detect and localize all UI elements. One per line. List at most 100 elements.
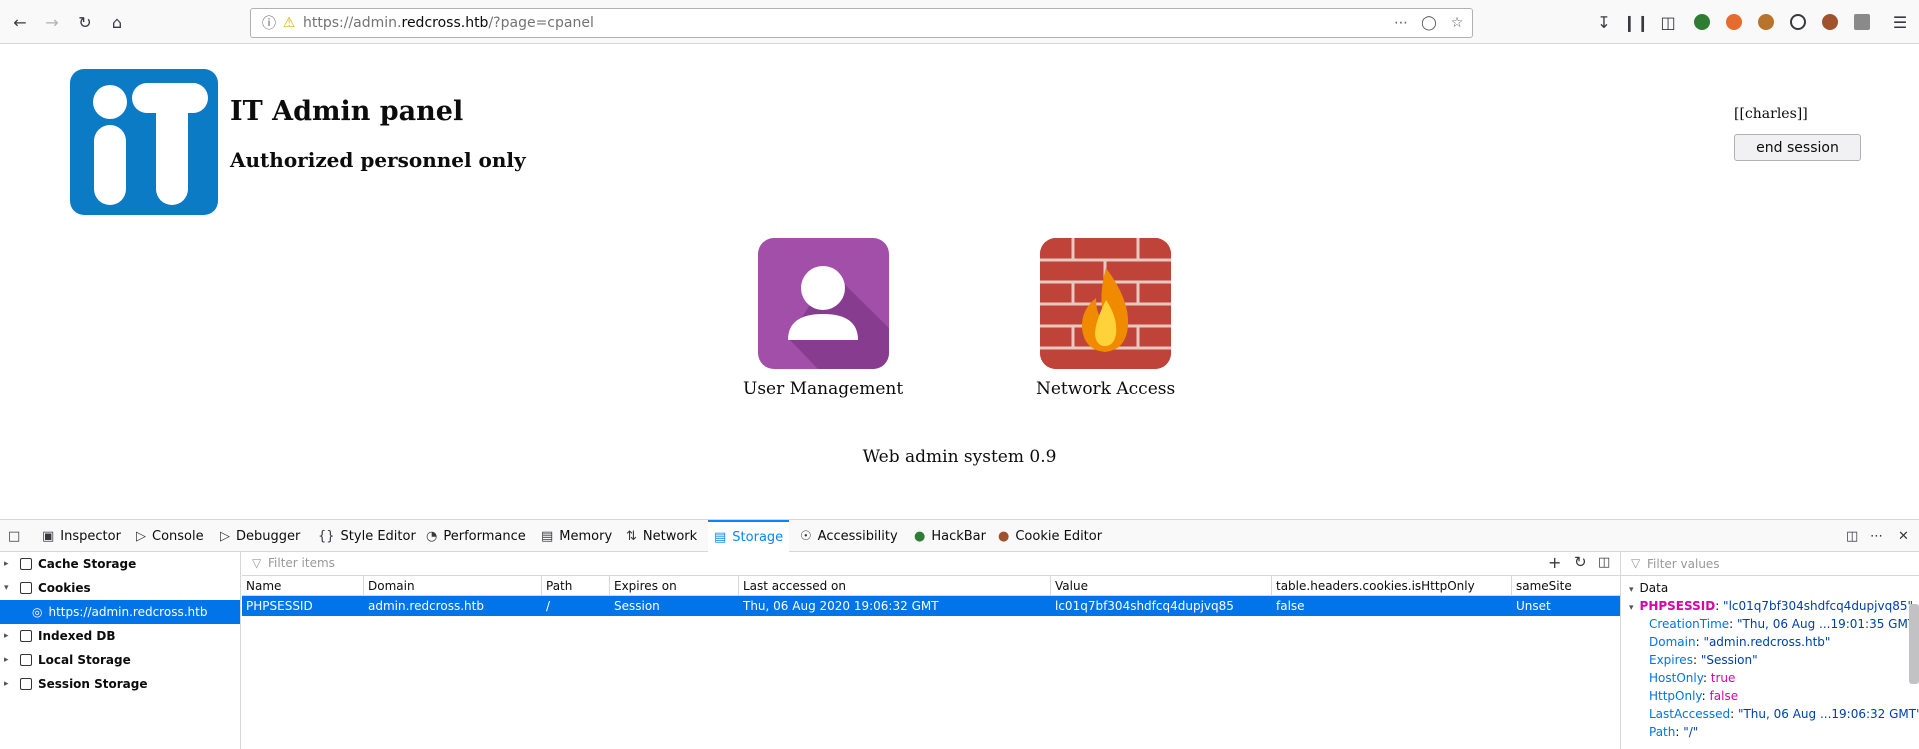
column-header[interactable]: table.headers.cookies.isHttpOnly — [1272, 576, 1512, 596]
cookie-extension-icon[interactable] — [1758, 14, 1774, 30]
cell-last-accessed[interactable]: Thu, 06 Aug 2020 19:06:32 GMT — [739, 596, 1051, 616]
data-item[interactable]: HttpOnly: false — [1649, 689, 1738, 703]
tab-accessibility[interactable]: ☉ Accessibility — [800, 520, 898, 552]
cookie-editor-extension-icon[interactable] — [1822, 14, 1838, 30]
blocker-extension-icon[interactable] — [1726, 14, 1742, 30]
network-access-label[interactable]: Network Access — [1036, 379, 1175, 399]
back-icon[interactable]: ← — [8, 10, 32, 34]
data-sidebar: ▽ Filter values ▾ Data ▾ PHPSESSID: "lc01q… — [1620, 552, 1919, 749]
cell-samesite[interactable]: Unset — [1512, 596, 1620, 616]
menu-icon[interactable]: ☰ — [1888, 10, 1912, 34]
expand-icon: ▸ — [4, 559, 9, 569]
pocket-icon[interactable]: ◯ — [1419, 13, 1439, 33]
cell-httponly[interactable]: false — [1272, 596, 1512, 616]
username-label: [[charles]] — [1734, 106, 1808, 122]
downloads-icon[interactable]: ↧ — [1592, 10, 1616, 34]
tab-debugger[interactable]: ▷ Debugger — [220, 520, 300, 552]
inspector-icon: ▣ — [42, 528, 55, 544]
lock-warning-icon[interactable]: ⚠ — [279, 13, 299, 33]
tab-storage[interactable]: ▤ Storage — [708, 520, 790, 552]
storage-tree: ▸ Cache Storage ▾ Cookies ◎ https://admin.r… — [0, 552, 241, 749]
sidebar-scrollbar[interactable] — [1909, 604, 1919, 684]
data-item[interactable]: Domain: "admin.redcross.htb" — [1649, 635, 1830, 649]
network-access-app[interactable]: Network Access — [1036, 238, 1175, 399]
data-item[interactable]: LastAccessed: "Thu, 06 Aug ...19:06:32 G… — [1649, 707, 1919, 721]
browser-toolbar: ← → ↻ ⌂ ⓘ ⚠ https://admin.redcross.htb/?… — [0, 0, 1919, 44]
column-header[interactable]: sameSite — [1512, 576, 1620, 596]
cell-name[interactable]: PHPSESSID — [242, 596, 364, 616]
tab-performance[interactable]: ◔ Performance — [426, 520, 526, 552]
element-picker-icon[interactable]: □ — [8, 520, 26, 552]
cell-path[interactable]: / — [542, 596, 610, 616]
page-title: IT Admin panel — [230, 96, 464, 127]
column-header[interactable]: Expires on — [610, 576, 739, 596]
tab-hackbar[interactable]: ● HackBar — [914, 520, 986, 552]
dock-icon[interactable]: ◫ — [1846, 520, 1864, 552]
tab-console[interactable]: ▷ Console — [136, 520, 204, 552]
filter-items-input[interactable]: ▽ Filter items + ↻ ◫ — [242, 552, 1620, 576]
library-icon[interactable]: ❙❙ — [1623, 10, 1650, 34]
tab-memory[interactable]: ▤ Memory — [541, 520, 612, 552]
column-header[interactable]: Domain — [364, 576, 542, 596]
devtools-panel: □ ▣ Inspector ▷ Console ▷ Debugger {} Style … — [0, 519, 1919, 749]
user-management-label[interactable]: User Management — [743, 379, 903, 399]
tree-item-cookies[interactable]: ▾ Cookies — [0, 576, 240, 600]
hackbar-icon: ● — [914, 528, 926, 544]
data-section-header[interactable]: ▾ Data — [1629, 581, 1668, 595]
page-actions-icon[interactable]: ⋯ — [1391, 13, 1411, 33]
column-header[interactable]: Last accessed on — [739, 576, 1051, 596]
tab-style-editor[interactable]: {} Style Editor — [318, 520, 416, 552]
tree-item-cache-storage[interactable]: ▸ Cache Storage — [0, 552, 240, 576]
filter-values-input[interactable]: ▽ Filter values — [1621, 552, 1919, 576]
devtools-close-icon[interactable]: ✕ — [1898, 520, 1915, 552]
column-header[interactable]: Path — [542, 576, 610, 596]
data-root-item[interactable]: ▾ PHPSESSID: "lc01q7bf304shdfcq4dupjvq85" — [1629, 599, 1913, 613]
tree-item-local-storage[interactable]: ▸ Local Storage — [0, 648, 240, 672]
toggle-sidebar-icon[interactable]: ◫ — [1598, 555, 1610, 570]
tree-item-indexed-db[interactable]: ▸ Indexed DB — [0, 624, 240, 648]
cell-expires[interactable]: Session — [610, 596, 739, 616]
tab-cookie-editor[interactable]: ● Cookie Editor — [998, 520, 1102, 552]
cell-domain[interactable]: admin.redcross.htb — [364, 596, 542, 616]
tree-item-session-storage[interactable]: ▸ Session Storage — [0, 672, 240, 696]
table-header: Name Domain Path Expires on Last accesse… — [242, 576, 1620, 596]
add-item-icon[interactable]: + — [1548, 553, 1561, 572]
data-item[interactable]: CreationTime: "Thu, 06 Aug ...19:01:35 G… — [1649, 617, 1919, 631]
info-icon[interactable]: ⓘ — [259, 13, 279, 33]
sidebar-icon[interactable]: ◫ — [1656, 10, 1680, 34]
hackbar-extension-icon[interactable] — [1694, 14, 1710, 30]
account-icon[interactable] — [1790, 14, 1806, 30]
devtools-menu-icon[interactable]: ⋯ — [1870, 520, 1889, 552]
home-icon[interactable]: ⌂ — [105, 10, 129, 34]
bookmark-star-icon[interactable]: ☆ — [1447, 13, 1467, 33]
refresh-icon[interactable]: ↻ — [1574, 553, 1587, 571]
reload-icon[interactable]: ↻ — [73, 10, 97, 34]
console-icon: ▷ — [136, 528, 146, 544]
url-bar[interactable]: ⓘ ⚠ https://admin.redcross.htb/?page=cpa… — [250, 8, 1473, 38]
forward-icon[interactable]: → — [40, 10, 64, 34]
footer-version: Web admin system 0.9 — [862, 447, 1057, 467]
url-text: https://admin.redcross.htb/?page=cpanel — [303, 15, 594, 31]
user-management-icon[interactable] — [757, 238, 889, 369]
storage-icon: ▤ — [714, 529, 727, 545]
column-header[interactable]: Value — [1051, 576, 1272, 596]
extension-icon[interactable] — [1854, 14, 1870, 30]
tab-inspector[interactable]: ▣ Inspector — [42, 520, 121, 552]
column-header[interactable]: Name — [242, 576, 364, 596]
end-session-button[interactable]: end session — [1734, 134, 1861, 161]
data-item[interactable]: HostOnly: true — [1649, 671, 1735, 685]
tree-item-cookie-host[interactable]: ◎ https://admin.redcross.htb — [0, 600, 240, 624]
tab-network[interactable]: ⇅ Network — [626, 520, 697, 552]
data-item[interactable]: Path: "/" — [1649, 725, 1698, 739]
performance-icon: ◔ — [426, 528, 438, 544]
debugger-icon: ▷ — [220, 528, 230, 544]
data-item[interactable]: Expires: "Session" — [1649, 653, 1758, 667]
table-row[interactable]: PHPSESSID admin.redcross.htb / Session T… — [242, 596, 1620, 616]
devtools-tab-bar: □ ▣ Inspector ▷ Console ▷ Debugger {} Style … — [0, 520, 1919, 552]
cell-value[interactable]: lc01q7bf304shdfcq4dupjvq85 — [1051, 596, 1272, 616]
network-access-icon[interactable] — [1040, 238, 1172, 369]
filter-icon: ▽ — [252, 556, 262, 570]
collapse-icon: ▾ — [1629, 585, 1634, 595]
filter-icon: ▽ — [1631, 556, 1641, 570]
user-management-app[interactable]: User Management — [743, 238, 903, 399]
